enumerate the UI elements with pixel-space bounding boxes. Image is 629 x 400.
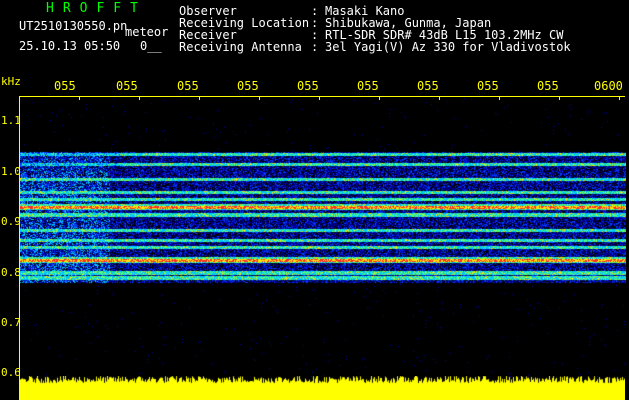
timestamp: 25.10.13 05:50 bbox=[19, 39, 121, 53]
x-tick-label: 055 bbox=[54, 79, 76, 93]
y-tick-label: 1.0 bbox=[1, 164, 21, 178]
x-tick-mark bbox=[619, 96, 620, 100]
spectrogram-plot bbox=[20, 97, 626, 377]
row-value: 3el Yagi(V) Az 330 for Vladivostok bbox=[325, 40, 571, 54]
x-tick-label: 0600 bbox=[594, 79, 623, 93]
extra-code: 0__ bbox=[140, 39, 162, 53]
x-tick-mark bbox=[139, 96, 140, 100]
y-tick-label: 0.6 bbox=[1, 366, 21, 380]
x-tick-label: 055 bbox=[237, 79, 259, 93]
app-brand: HROFFT bbox=[46, 1, 147, 16]
x-tick-mark bbox=[559, 96, 560, 100]
y-tick-label: 0.7 bbox=[1, 315, 21, 329]
y-tick-label: 0.8 bbox=[1, 265, 21, 279]
x-tick-mark bbox=[499, 96, 500, 100]
x-tick-label: 055 bbox=[357, 79, 379, 93]
y-tick-label: 0.9 bbox=[1, 215, 21, 229]
row-key: Receiving Antenna bbox=[179, 40, 302, 54]
y-tick-label: 1.1 bbox=[1, 114, 21, 128]
x-tick-mark bbox=[379, 96, 380, 100]
mode-label: meteor bbox=[125, 25, 169, 39]
x-tick-mark bbox=[79, 96, 80, 100]
x-tick-label: 055 bbox=[297, 79, 319, 93]
signal-power-bar bbox=[19, 376, 625, 400]
x-tick-label: 055 bbox=[116, 79, 138, 93]
x-tick-mark bbox=[259, 96, 260, 100]
y-axis-unit-label: kHz bbox=[1, 75, 21, 88]
file-name: UT2510130550.pn bbox=[19, 19, 128, 33]
x-tick-label: 055 bbox=[537, 79, 559, 93]
spectrogram-frame bbox=[19, 96, 626, 386]
header-row-antenna: Receiving Antenna:3el Yagi(V) Az 330 for… bbox=[179, 40, 571, 54]
x-tick-label: 055 bbox=[177, 79, 199, 93]
x-tick-label: 055 bbox=[477, 79, 499, 93]
x-tick-label: 055 bbox=[417, 79, 439, 93]
x-tick-mark bbox=[199, 96, 200, 100]
x-tick-mark bbox=[319, 96, 320, 100]
x-tick-mark bbox=[439, 96, 440, 100]
